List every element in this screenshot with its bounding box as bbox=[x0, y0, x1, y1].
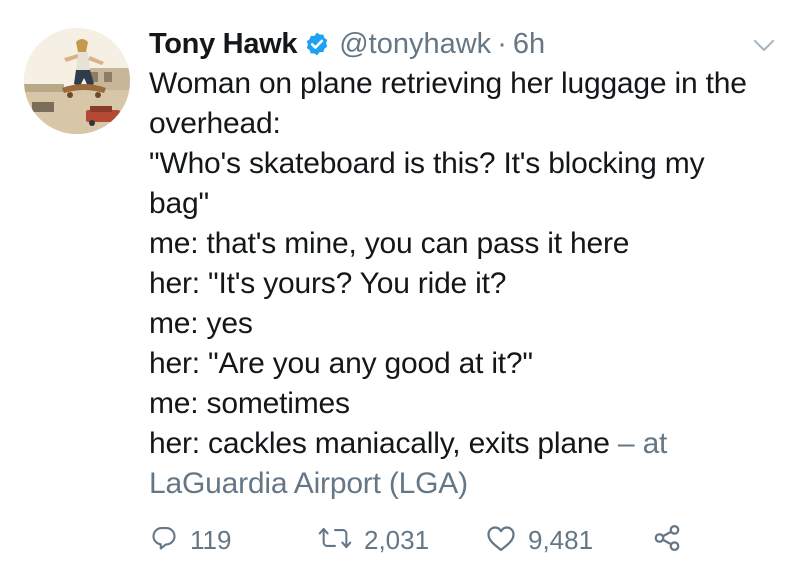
reply-icon bbox=[150, 524, 178, 557]
like-button[interactable]: 9,481 bbox=[486, 518, 593, 562]
share-icon bbox=[652, 523, 682, 558]
location-dash: – bbox=[609, 427, 643, 460]
tweet-text-line: her: "It's yours? You ride it? bbox=[149, 267, 507, 300]
tweet-text-line-last: her: cackles maniacally, exits plane – a… bbox=[149, 424, 789, 464]
author-handle[interactable]: @tonyhawk bbox=[339, 28, 491, 61]
tweet-text-line: her: "Are you any good at it?" bbox=[149, 347, 533, 380]
tweet-header: Tony Hawk @tonyhawk · 6h bbox=[149, 22, 545, 66]
reply-button[interactable]: 119 bbox=[150, 518, 231, 562]
location-prefix[interactable]: at bbox=[643, 427, 668, 460]
tweet-text-line: me: that's mine, you can pass it here bbox=[149, 227, 630, 260]
chevron-down-icon[interactable] bbox=[752, 38, 776, 54]
tweet-timestamp[interactable]: 6h bbox=[513, 28, 545, 61]
tweet-card[interactable]: Tony Hawk @tonyhawk · 6h Woman on plane … bbox=[0, 0, 800, 576]
tweet-text-line: her: cackles maniacally, exits plane bbox=[149, 427, 610, 460]
author-name[interactable]: Tony Hawk bbox=[149, 28, 298, 61]
retweet-icon bbox=[318, 524, 352, 557]
share-button[interactable] bbox=[652, 518, 682, 562]
tweet-text: Woman on plane retrieving her luggage in… bbox=[149, 64, 789, 504]
tweet-text-line: me: sometimes bbox=[149, 387, 350, 420]
tweet-text-line: bag" bbox=[149, 187, 209, 220]
location-link[interactable]: LaGuardia Airport (LGA) bbox=[149, 464, 789, 504]
separator-dot: · bbox=[497, 27, 507, 60]
reply-count: 119 bbox=[190, 524, 232, 555]
verified-badge-icon bbox=[304, 31, 330, 57]
tweet-text-line: overhead: bbox=[149, 107, 281, 140]
heart-icon bbox=[486, 524, 516, 557]
retweet-count: 2,031 bbox=[364, 524, 430, 555]
avatar[interactable] bbox=[24, 28, 130, 134]
tweet-text-line: "Who's skateboard is this? It's blocking… bbox=[149, 147, 705, 180]
tweet-text-line: me: yes bbox=[149, 307, 253, 340]
tweet-text-line: Woman on plane retrieving her luggage in… bbox=[149, 67, 747, 100]
like-count: 9,481 bbox=[528, 524, 594, 555]
tweet-actions: 119 2,031 9,481 bbox=[0, 518, 800, 562]
retweet-button[interactable]: 2,031 bbox=[318, 518, 429, 562]
